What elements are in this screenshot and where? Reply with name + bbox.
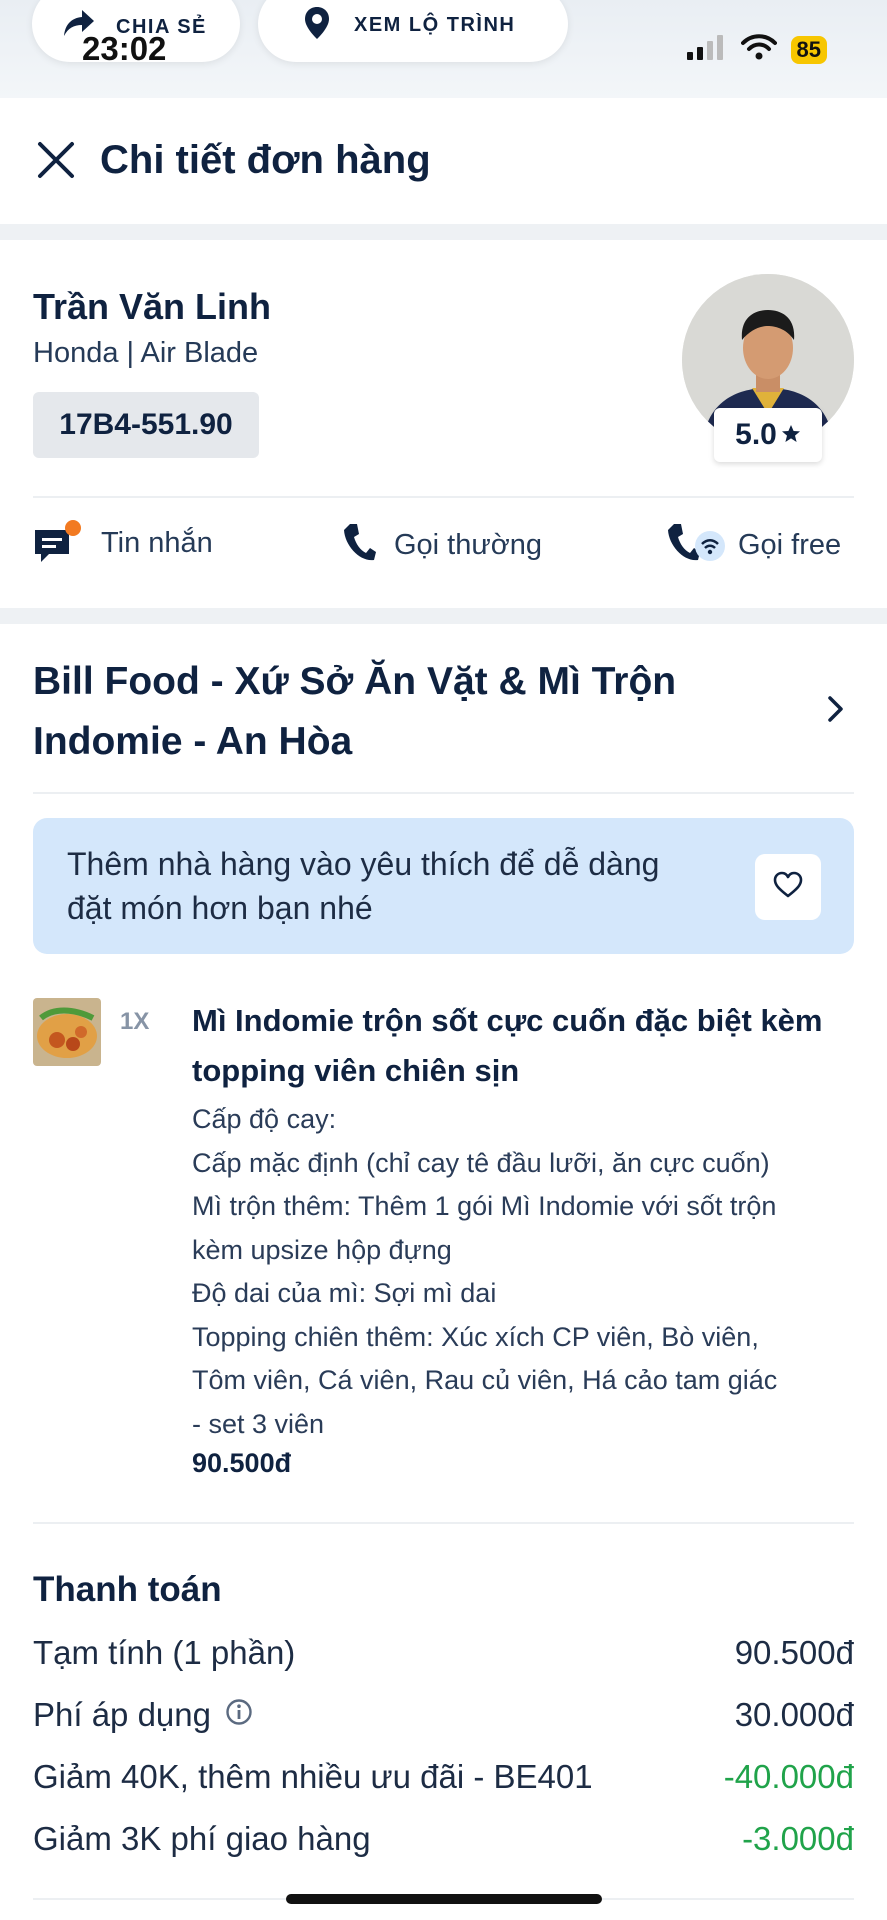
item-option-line: Topping chiên thêm: Xúc xích CP viên, Bò… [192,1321,759,1352]
free-call-button[interactable]: Gọi free [668,522,841,569]
battery-indicator: 85 [790,35,827,64]
item-price: 90.500đ [192,1448,292,1478]
divider [33,792,854,794]
payment-row-value: -40.000đ [723,1758,854,1795]
payment-row-label: Phí áp dụng [33,1696,211,1733]
payment-row-label: Giảm 40K, thêm nhiều ưu đãi - BE401 [33,1758,593,1795]
message-label: Tin nhắn [101,526,213,559]
item-name: Mì Indomie trộn sốt cực cuốn đặc biệt kè… [192,1003,823,1088]
restaurant-name[interactable]: Bill Food - Xứ Sở Ăn Vặt & Mì Trộn Indom… [33,652,713,772]
page-title: Chi tiết đơn hàng [100,138,431,182]
payment-row-label: Giảm 3K phí giao hàng [33,1820,371,1857]
regular-call-label: Gọi thường [394,529,543,561]
heart-icon [773,871,803,904]
view-route-button[interactable]: XEM LỘ TRÌNH [258,0,568,62]
item-option-line: - set 3 viên [192,1408,325,1439]
top-bar: CHIA SẺ 23:02 XEM LỘ TRÌNH 85 [0,0,887,98]
home-indicator [286,1894,602,1904]
rating-value: 5.0 [735,418,777,451]
star-icon [781,418,801,452]
item-option-line: kèm upsize hộp đựng [192,1234,452,1265]
license-plate: 17B4-551.90 [33,392,259,458]
location-pin-icon [304,6,330,45]
phone-icon [342,522,376,569]
message-button[interactable]: Tin nhắn [33,520,213,564]
chevron-right-icon[interactable] [826,694,846,729]
info-icon[interactable] [225,1696,253,1734]
item-option-line: Tôm viên, Cá viên, Rau củ viên, Há cảo t… [192,1365,778,1395]
item-option-line: Độ dai của mì: Sợi mì dai [192,1278,497,1308]
driver-name: Trần Văn Linh [33,286,272,327]
payment-row-value: 30.000đ [734,1696,854,1733]
payment-row-value: 90.500đ [734,1634,854,1671]
unread-dot [65,520,81,536]
payment-row-value: -3.000đ [742,1820,854,1857]
status-time: 23:02 [82,30,167,67]
view-route-label: XEM LỘ TRÌNH [354,14,516,36]
item-option-line: Mì trộn thêm: Thêm 1 gói Mì Indomie với … [192,1191,777,1221]
item-option-line: Cấp độ cay: [192,1104,337,1134]
close-icon[interactable] [36,140,76,185]
signal-icon [686,34,727,65]
regular-call-button[interactable]: Gọi thường [342,522,542,569]
free-call-icon [668,522,726,569]
favorite-button[interactable] [755,854,821,920]
chat-icon [33,520,81,564]
status-indicators: 85 [686,34,827,65]
item-options: Cấp độ cay: Cấp mặc định (chỉ cay tê đầu… [192,1098,872,1446]
free-call-label: Gọi free [738,529,842,561]
wifi-icon [740,34,777,65]
payment-title: Thanh toán [33,1570,222,1609]
divider [33,496,854,498]
section-divider [0,224,887,240]
item-quantity: 1X [120,1008,150,1035]
divider [33,1522,854,1524]
item-option-line: Cấp mặc định (chỉ cay tê đầu lưỡi, ăn cự… [192,1147,770,1178]
favorite-banner-text: Thêm nhà hàng vào yêu thích để dễ dàng đ… [67,846,660,926]
driver-vehicle: Honda | Air Blade [33,337,259,369]
section-divider [0,608,887,624]
favorite-banner: Thêm nhà hàng vào yêu thích để dễ dàng đ… [33,818,854,954]
payment-row-label: Tạm tính (1 phần) [33,1634,296,1671]
driver-rating: 5.0 [714,408,822,462]
item-thumbnail [33,998,101,1066]
page-header: Chi tiết đơn hàng [0,98,887,224]
